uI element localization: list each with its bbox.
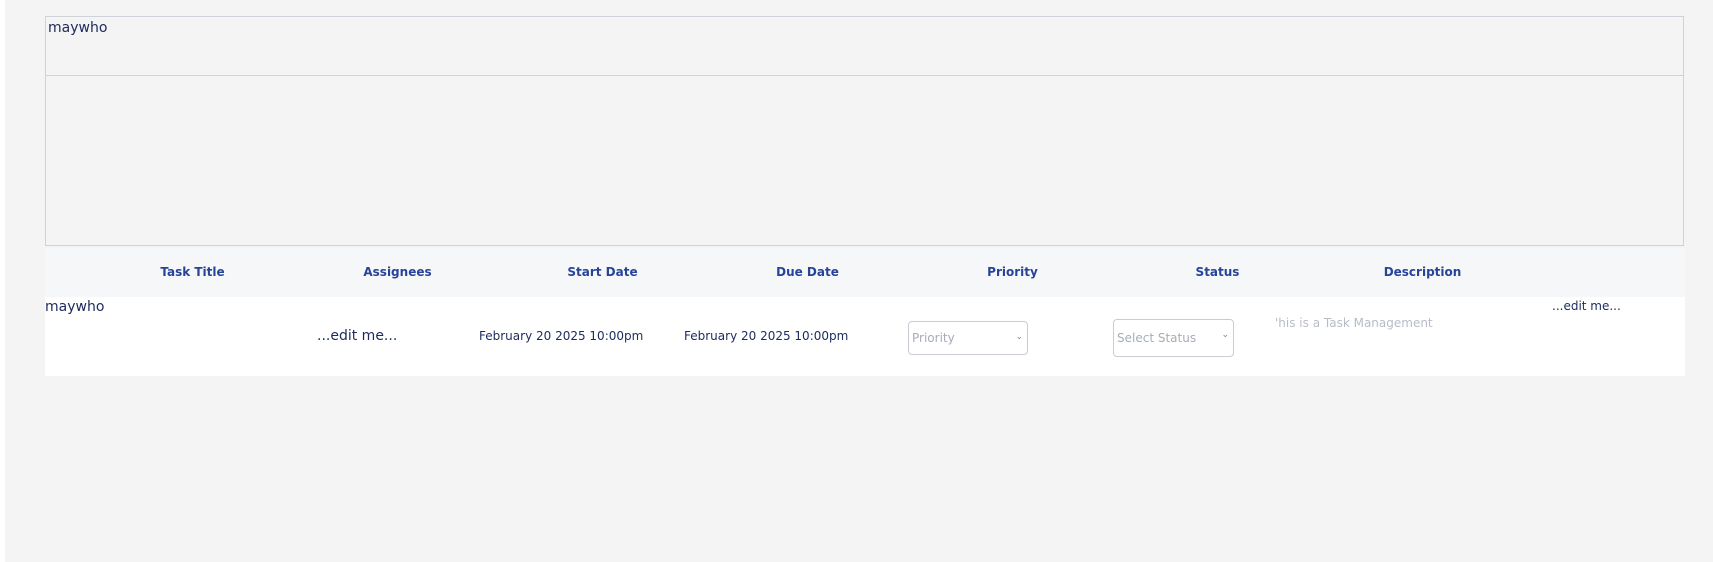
table-header: Task Title Assignees Start Date Due Date… (45, 248, 1685, 297)
task-editor-body[interactable] (46, 76, 1683, 246)
task-title-field[interactable]: maywho (46, 17, 1683, 76)
priority-select[interactable]: Priority ⌄ (908, 321, 1028, 355)
row-start-date[interactable]: February 20 2025 10:00pm (479, 329, 643, 343)
task-table: Task Title Assignees Start Date Due Date… (45, 248, 1685, 378)
chevron-down-icon: ⌄ (1221, 330, 1229, 340)
row-task-title[interactable]: maywho (45, 299, 104, 315)
task-editor[interactable]: maywho (45, 16, 1684, 246)
header-status: Status (1195, 265, 1240, 279)
header-start-date: Start Date (567, 265, 638, 279)
status-select-value: Select Status (1117, 331, 1197, 345)
priority-select-value: Priority (912, 331, 955, 345)
row-description[interactable]: 'his is a Task Management (1275, 316, 1433, 330)
header-assignees: Assignees (363, 265, 432, 279)
edit-link[interactable]: ...edit me... (1552, 299, 1621, 313)
chevron-down-icon: ⌄ (1015, 332, 1023, 342)
header-description: Description (1383, 265, 1462, 279)
table-row[interactable]: maywho ...edit me... February 20 2025 10… (45, 297, 1685, 376)
row-due-date[interactable]: February 20 2025 10:00pm (684, 329, 848, 343)
status-select[interactable]: Select Status ⌄ (1113, 319, 1234, 357)
row-assignees[interactable]: ...edit me... (317, 328, 397, 344)
header-priority: Priority (987, 265, 1038, 279)
header-task-title: Task Title (160, 265, 225, 279)
header-due-date: Due Date (776, 265, 839, 279)
